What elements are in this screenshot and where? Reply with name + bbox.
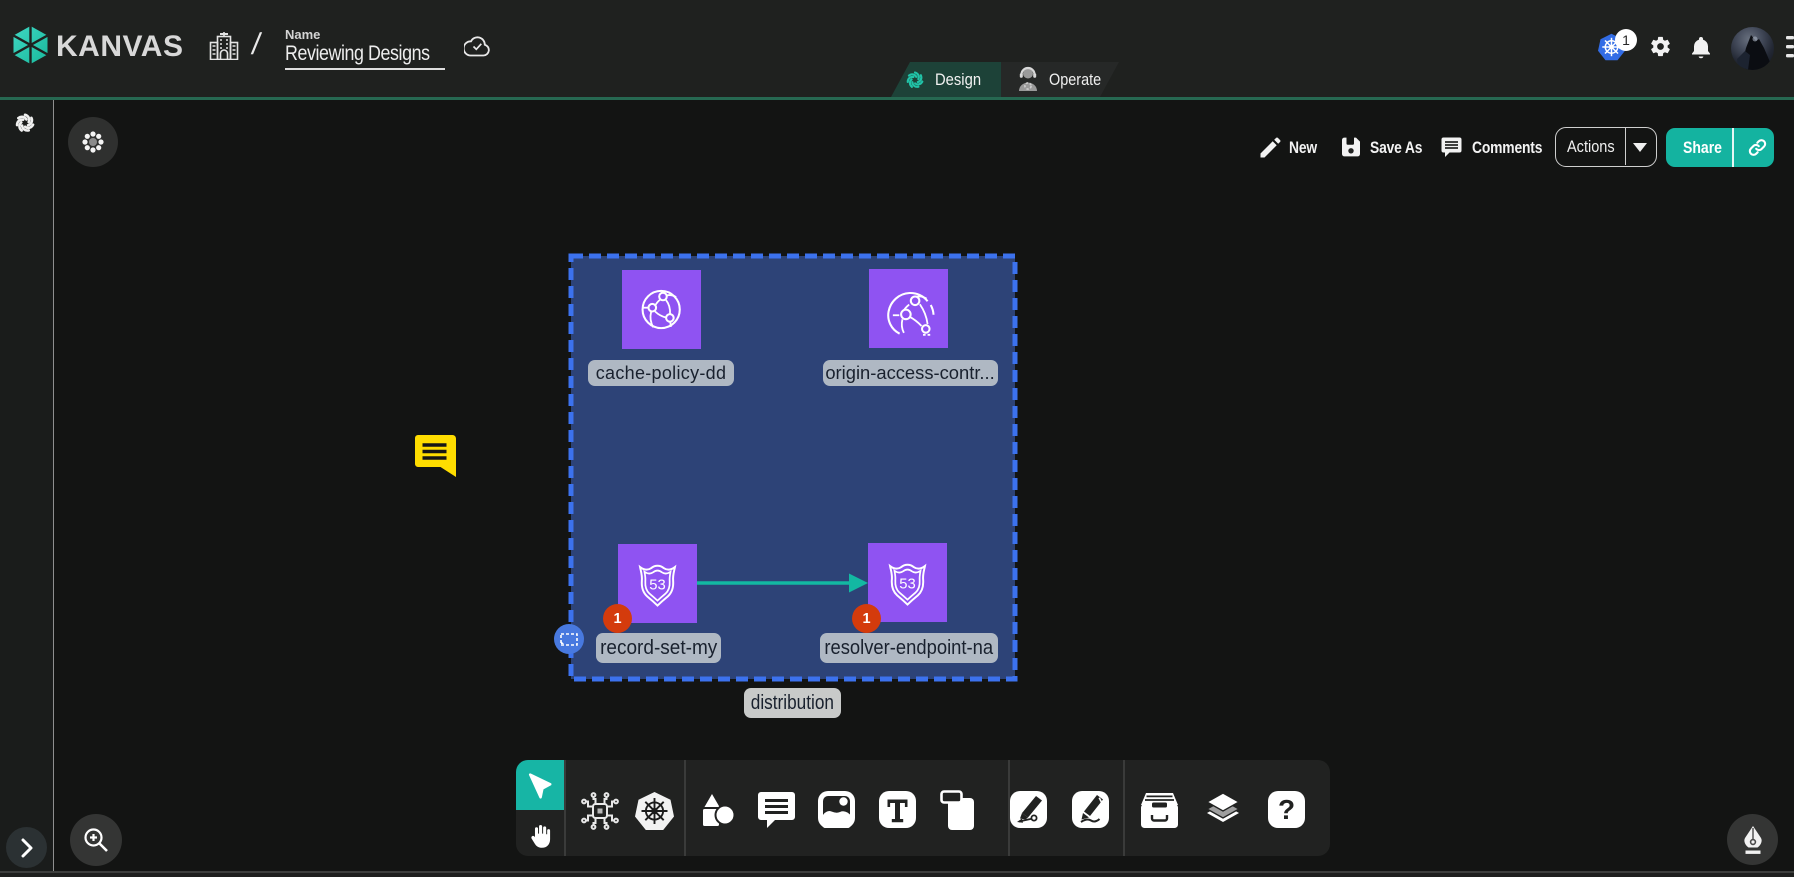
svg-text:53: 53 — [649, 577, 665, 593]
svg-text:?: ? — [1278, 794, 1295, 825]
svg-text:53: 53 — [899, 576, 915, 592]
